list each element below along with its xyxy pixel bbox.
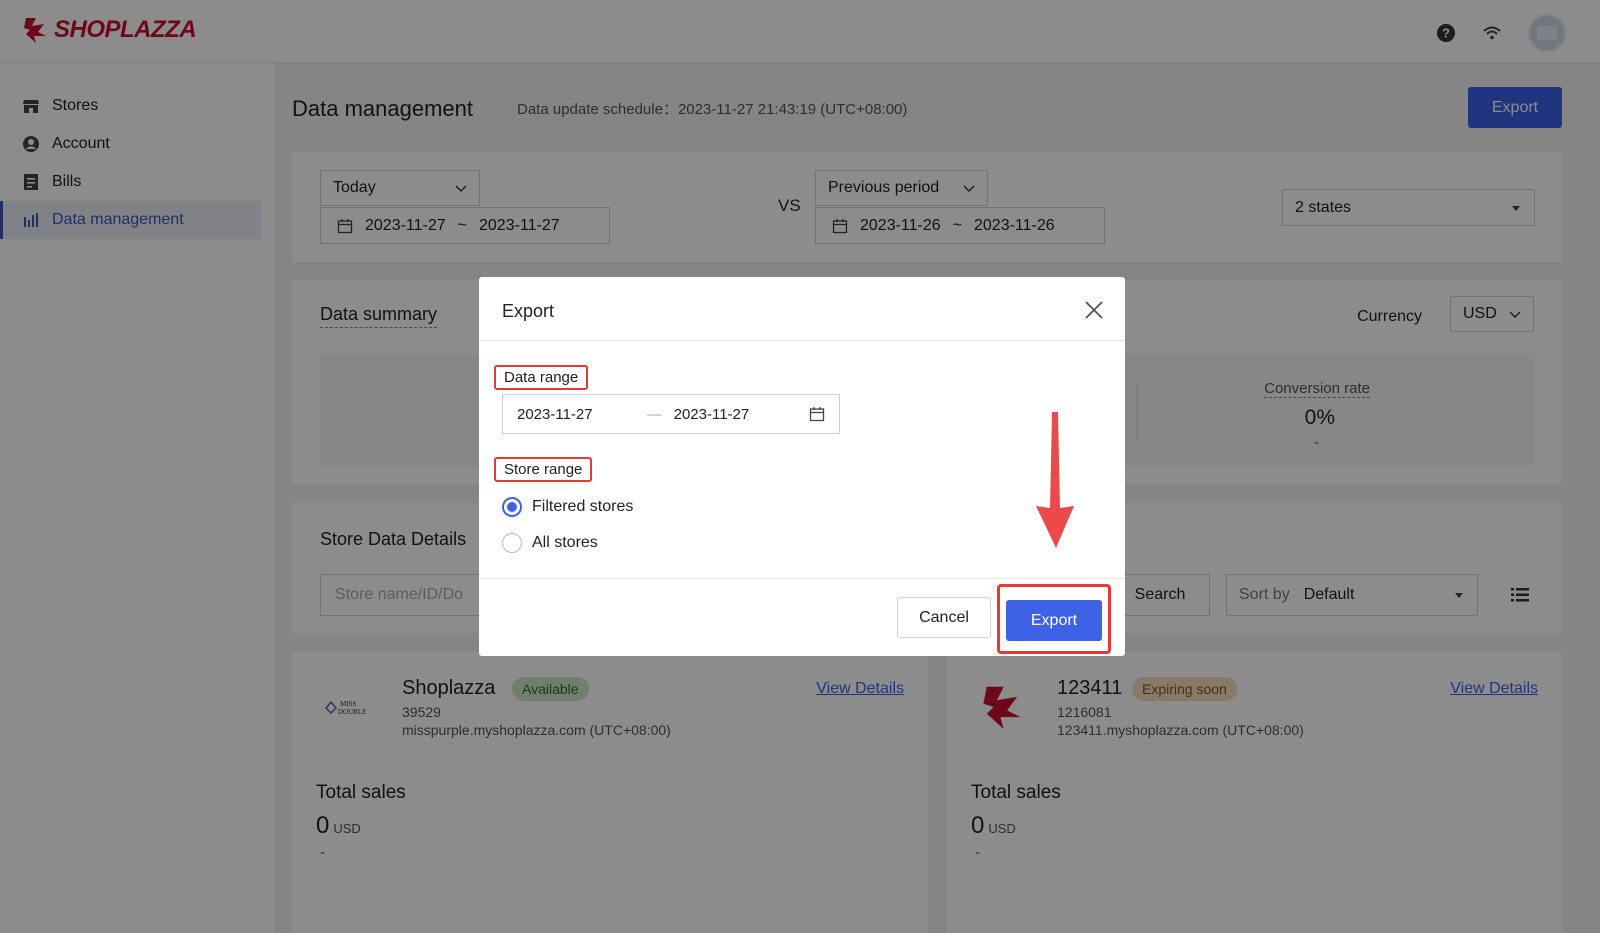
dialog-export-button[interactable]: Export — [1006, 600, 1102, 641]
radio-button[interactable] — [502, 533, 522, 553]
export-dialog: Export Data range 2023-11-27 — 2023-11-2… — [479, 277, 1125, 656]
annotation-arrow-icon — [1036, 412, 1074, 548]
radio-all-stores[interactable]: All stores — [502, 533, 598, 553]
store-range-label: Store range — [494, 457, 593, 482]
radio-label: All stores — [532, 534, 598, 551]
range-start: 2023-11-27 — [517, 405, 593, 423]
radio-filtered-stores[interactable]: Filtered stores — [502, 497, 633, 517]
dialog-header: Export — [479, 277, 1125, 341]
range-end: 2023-11-27 — [673, 405, 750, 423]
export-highlight-box: Export — [997, 584, 1111, 654]
cancel-button[interactable]: Cancel — [897, 597, 991, 638]
radio-button-checked[interactable] — [502, 497, 522, 517]
dialog-footer: Cancel Export — [479, 578, 1125, 656]
data-range-label: Data range — [494, 365, 589, 390]
range-separator: — — [646, 405, 662, 423]
radio-label: Filtered stores — [532, 498, 634, 515]
close-icon[interactable] — [1083, 299, 1105, 321]
export-date-range-picker[interactable]: 2023-11-27 — 2023-11-27 — [502, 394, 840, 434]
dialog-title: Export — [502, 301, 555, 321]
calendar-icon — [809, 407, 825, 422]
